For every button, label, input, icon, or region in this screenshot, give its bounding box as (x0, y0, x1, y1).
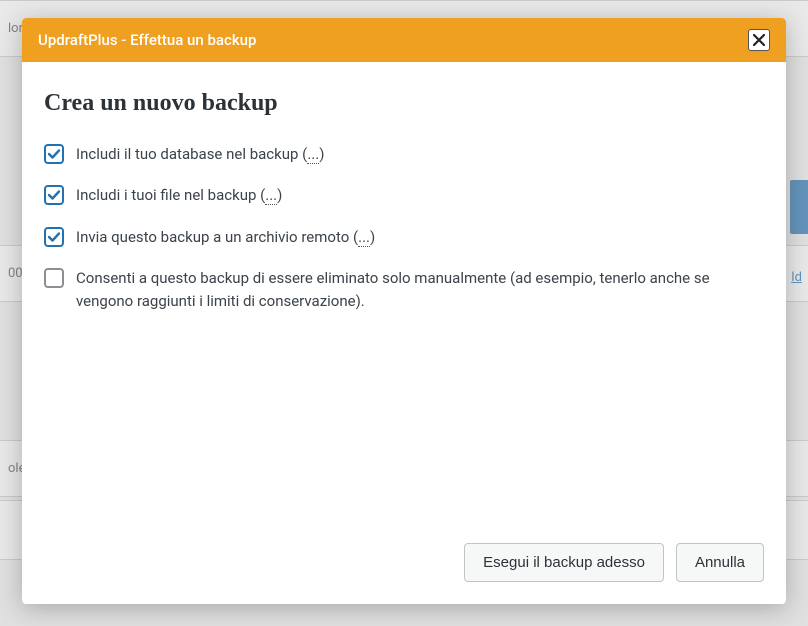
option-manual-delete-only: Consenti a questo backup di essere elimi… (44, 267, 764, 314)
option-label: Consenti a questo backup di essere elimi… (76, 267, 764, 314)
option-remote-storage: Invia questo backup a un archivio remoto… (44, 226, 764, 249)
backup-now-button[interactable]: Esegui il backup adesso (464, 543, 664, 582)
option-include-database: Includi il tuo database nel backup (...) (44, 143, 764, 166)
label-text: Consenti a questo backup di essere elimi… (76, 269, 710, 310)
label-text: ) (277, 186, 282, 204)
option-label: Invia questo backup a un archivio remoto… (76, 226, 764, 249)
label-text: Includi il tuo database nel backup ( (76, 145, 307, 163)
option-label: Includi il tuo database nel backup (...) (76, 143, 764, 166)
check-icon (47, 188, 61, 202)
checkbox-remote-storage[interactable] (44, 227, 64, 247)
close-icon (753, 34, 765, 46)
checkbox-include-files[interactable] (44, 185, 64, 205)
dialog-body: Crea un nuovo backup Includi il tuo data… (22, 62, 786, 531)
label-text: ) (319, 145, 324, 163)
checkbox-manual-delete-only[interactable] (44, 268, 64, 288)
label-text: ) (370, 228, 375, 246)
dialog-button-bar: Esegui il backup adesso Annulla (22, 531, 786, 604)
expand-link[interactable]: ... (265, 186, 277, 205)
dialog-title: UpdraftPlus - Effettua un backup (38, 31, 256, 49)
label-text: Invia questo backup a un archivio remoto… (76, 228, 358, 246)
backup-dialog: UpdraftPlus - Effettua un backup Crea un… (22, 18, 786, 604)
check-icon (47, 147, 61, 161)
expand-link[interactable]: ... (307, 145, 319, 164)
dialog-titlebar: UpdraftPlus - Effettua un backup (22, 18, 786, 62)
check-icon (47, 230, 61, 244)
checkbox-include-database[interactable] (44, 144, 64, 164)
option-include-files: Includi i tuoi file nel backup (...) (44, 184, 764, 207)
cancel-button[interactable]: Annulla (676, 543, 764, 582)
expand-link[interactable]: ... (358, 228, 370, 247)
dialog-heading: Crea un nuovo backup (44, 90, 764, 117)
close-button[interactable] (748, 29, 770, 51)
label-text: Includi i tuoi file nel backup ( (76, 186, 265, 204)
option-label: Includi i tuoi file nel backup (...) (76, 184, 764, 207)
